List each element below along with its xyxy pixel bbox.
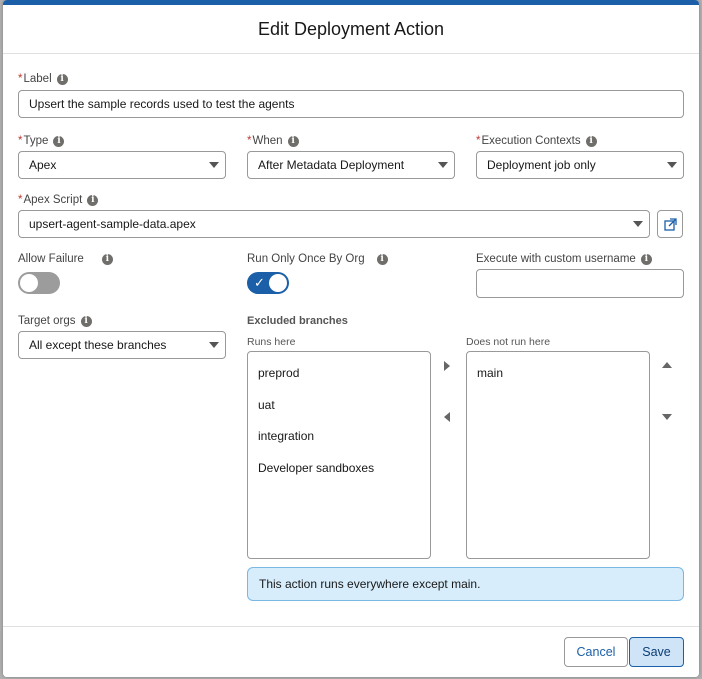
label-field-label-text: Label — [23, 73, 52, 85]
runs-here-label: Runs here — [247, 336, 296, 348]
type-select-value: Apex — [29, 158, 57, 172]
info-icon[interactable]: i — [56, 73, 68, 85]
required-marker: * — [18, 135, 23, 147]
cancel-button[interactable]: Cancel — [564, 637, 628, 667]
target-orgs-value: All except these branches — [29, 338, 167, 352]
move-up-icon[interactable] — [662, 362, 672, 368]
edit-deployment-action-dialog: Edit Deployment Action * Label i Upsert … — [3, 0, 699, 677]
apex-script-field-label: * Apex Script i — [18, 194, 99, 206]
chevron-down-icon — [209, 162, 219, 168]
does-not-run-here-label: Does not run here — [466, 336, 551, 348]
execution-contexts-field-label: * Execution Contexts i — [476, 135, 597, 147]
check-icon: ✓ — [254, 275, 265, 290]
target-orgs-field-label: Target orgs i — [18, 315, 92, 327]
toggle-knob — [269, 274, 287, 292]
apex-script-select[interactable]: upsert-agent-sample-data.apex — [18, 210, 650, 238]
branches-summary-notice: This action runs everywhere except main. — [247, 567, 684, 601]
when-select[interactable]: After Metadata Deployment — [247, 151, 455, 179]
save-button[interactable]: Save — [629, 637, 684, 667]
label-input[interactable]: Upsert the sample records used to test t… — [18, 90, 684, 118]
open-script-button[interactable] — [657, 210, 683, 238]
run-only-once-field-label: Run Only Once By Org i — [247, 253, 388, 265]
does-not-run-here-listbox[interactable]: main — [466, 351, 650, 559]
dialog-header: Edit Deployment Action — [3, 5, 699, 54]
apex-script-label-text: Apex Script — [23, 194, 83, 206]
list-item[interactable]: main — [477, 366, 503, 380]
list-item[interactable]: uat — [258, 398, 275, 412]
toggle-knob — [20, 274, 38, 292]
info-icon[interactable]: i — [640, 253, 652, 265]
info-icon[interactable]: i — [87, 194, 99, 206]
chevron-down-icon — [209, 342, 219, 348]
target-orgs-select[interactable]: All except these branches — [18, 331, 226, 359]
apex-script-value: upsert-agent-sample-data.apex — [29, 217, 196, 231]
info-icon[interactable]: i — [376, 253, 388, 265]
when-field-label-text: When — [252, 135, 283, 147]
move-down-icon[interactable] — [662, 414, 672, 420]
new-window-icon — [664, 218, 677, 231]
move-right-icon[interactable] — [444, 361, 450, 371]
info-icon[interactable]: i — [53, 135, 65, 147]
list-item[interactable]: Developer sandboxes — [258, 461, 374, 475]
info-icon[interactable]: i — [101, 253, 113, 265]
required-marker: * — [476, 135, 481, 147]
info-icon[interactable]: i — [287, 135, 299, 147]
required-marker: * — [247, 135, 252, 147]
type-field-label-text: Type — [23, 135, 49, 147]
info-icon[interactable]: i — [585, 135, 597, 147]
required-marker: * — [18, 194, 23, 206]
when-field-label: * When i — [247, 135, 299, 147]
label-field-label: * Label i — [18, 73, 68, 85]
when-select-value: After Metadata Deployment — [258, 158, 405, 172]
list-item[interactable]: preprod — [258, 366, 299, 380]
type-field-label: * Type i — [18, 135, 65, 147]
custom-username-input[interactable] — [476, 269, 684, 298]
excluded-branches-heading: Excluded branches — [247, 315, 348, 327]
required-marker: * — [18, 73, 23, 85]
execution-contexts-select[interactable]: Deployment job only — [476, 151, 684, 179]
target-orgs-label-text: Target orgs — [18, 315, 76, 327]
allow-failure-field-label: Allow Failure i — [18, 253, 113, 265]
type-select[interactable]: Apex — [18, 151, 226, 179]
allow-failure-toggle[interactable] — [18, 272, 60, 294]
custom-username-label-text: Execute with custom username — [476, 253, 636, 265]
run-only-once-label-text: Run Only Once By Org — [247, 253, 365, 265]
execution-contexts-label-text: Execution Contexts — [481, 135, 581, 147]
allow-failure-label-text: Allow Failure — [18, 253, 84, 265]
execution-contexts-value: Deployment job only — [487, 158, 596, 172]
dialog-footer: Cancel Save — [3, 626, 699, 677]
run-only-once-toggle[interactable]: ✓ — [247, 272, 289, 294]
dialog-title: Edit Deployment Action — [257, 19, 445, 39]
runs-here-listbox[interactable]: preprod uat integration Developer sandbo… — [247, 351, 431, 559]
chevron-down-icon — [667, 162, 677, 168]
chevron-down-icon — [438, 162, 448, 168]
chevron-down-icon — [633, 221, 643, 227]
custom-username-field-label: Execute with custom username i — [476, 253, 652, 265]
list-item[interactable]: integration — [258, 429, 314, 443]
move-left-icon[interactable] — [444, 412, 450, 422]
info-icon[interactable]: i — [80, 315, 92, 327]
